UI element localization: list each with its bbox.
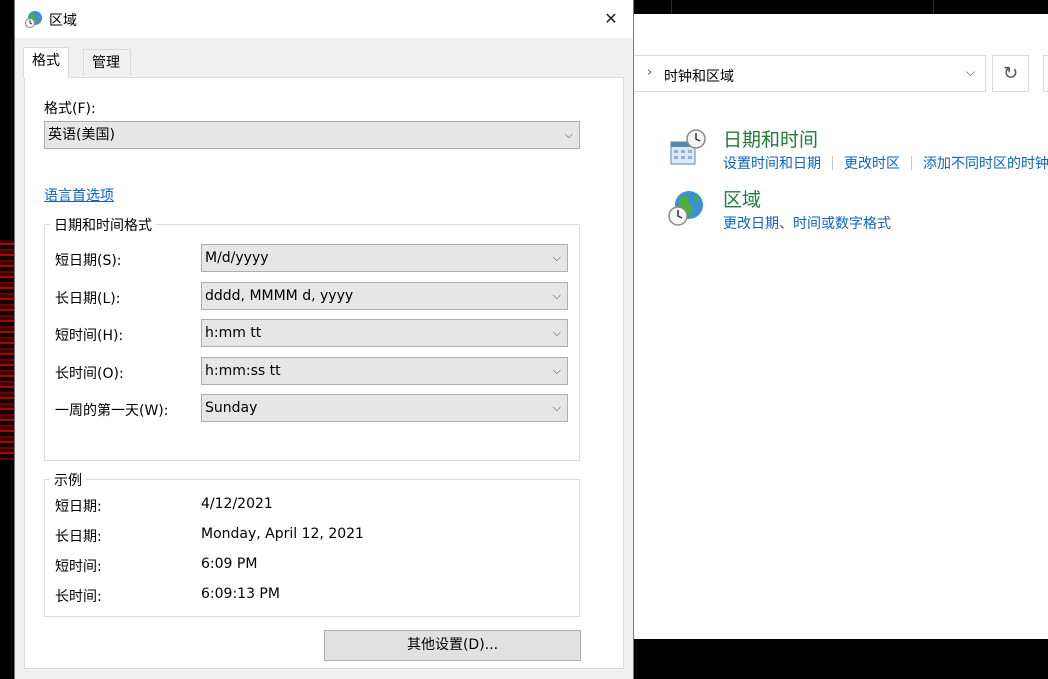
tab-panel: 格式(F): 英语(美国) ⌵ 语言首选项 日期和时间格式 短日期(S): M/… xyxy=(24,77,624,669)
group-title: 示例 xyxy=(50,470,86,490)
category-links: 设置时间和日期 更改时区 添加不同时区的时钟 xyxy=(723,153,1048,173)
example-short-time-label: 短时间: xyxy=(55,559,102,575)
change-formats-link[interactable]: 更改日期、时间或数字格式 xyxy=(723,216,891,232)
example-long-time-value: 6:09:13 PM xyxy=(201,586,280,602)
short-time-select[interactable]: h:mm tt ⌵ xyxy=(201,319,568,347)
format-select[interactable]: 英语(美国) ⌵ xyxy=(44,121,580,149)
tab-formats[interactable]: 格式 xyxy=(23,47,69,78)
long-time-label: 长时间(O): xyxy=(55,366,124,382)
chevron-down-icon: ⌵ xyxy=(552,289,561,302)
example-long-date-value: Monday, April 12, 2021 xyxy=(201,526,364,542)
close-button[interactable]: ✕ xyxy=(589,0,633,38)
first-day-select[interactable]: Sunday ⌵ xyxy=(201,394,568,422)
refresh-icon: ↻ xyxy=(1002,63,1019,84)
set-time-date-link[interactable]: 设置时间和日期 xyxy=(723,156,821,172)
region-dialog: 区域 ✕ 格式 管理 格式(F): 英语(美国) ⌵ 语言首选项 日期和时间格式… xyxy=(14,0,634,679)
category-links: 更改日期、时间或数字格式 xyxy=(723,213,891,233)
example-short-date-label: 短日期: xyxy=(55,499,102,515)
short-date-select[interactable]: M/d/yyyy ⌵ xyxy=(201,244,568,272)
examples-group xyxy=(44,479,580,617)
search-box[interactable] xyxy=(1043,55,1048,92)
example-long-date-label: 长日期: xyxy=(55,529,102,545)
globe-clock-icon xyxy=(25,11,42,28)
format-select-value: 英语(美国) xyxy=(48,127,115,143)
long-time-value: h:mm:ss tt xyxy=(205,363,281,379)
chevron-down-icon[interactable]: ⌵ xyxy=(966,65,975,80)
calendar-clock-icon xyxy=(670,129,706,165)
tab-administrative[interactable]: 管理 xyxy=(83,49,131,76)
format-label: 格式(F): xyxy=(44,101,96,117)
globe-clock-icon xyxy=(668,191,703,226)
chevron-down-icon: ⌵ xyxy=(552,364,561,377)
short-date-label: 短日期(S): xyxy=(55,253,122,269)
short-time-value: h:mm tt xyxy=(205,325,262,341)
long-date-value: dddd, MMMM d, yyyy xyxy=(205,288,354,304)
short-date-value: M/d/yyyy xyxy=(205,250,269,266)
breadcrumb-separator-icon: › xyxy=(647,65,653,80)
chevron-down-icon: ⌵ xyxy=(552,326,561,339)
chevron-down-icon: ⌵ xyxy=(552,251,561,264)
category-title[interactable]: 区域 xyxy=(723,185,761,212)
long-time-select[interactable]: h:mm:ss tt ⌵ xyxy=(201,357,568,385)
breadcrumb-current[interactable]: 时钟和区域 xyxy=(664,66,734,86)
language-preferences-link[interactable]: 语言首选项 xyxy=(44,185,114,205)
add-clocks-link[interactable]: 添加不同时区的时钟 xyxy=(923,156,1048,172)
long-date-select[interactable]: dddd, MMMM d, yyyy ⌵ xyxy=(201,282,568,310)
long-date-label: 长日期(L): xyxy=(55,291,121,307)
first-day-value: Sunday xyxy=(205,400,258,416)
example-short-date-value: 4/12/2021 xyxy=(201,496,273,512)
window-title: 区域 xyxy=(49,13,77,29)
short-time-label: 短时间(H): xyxy=(55,328,124,344)
chevron-down-icon: ⌵ xyxy=(552,401,561,414)
example-long-time-label: 长时间: xyxy=(55,589,102,605)
close-icon: ✕ xyxy=(604,9,618,28)
change-timezone-link[interactable]: 更改时区 xyxy=(844,156,900,172)
title-bar[interactable]: 区域 ✕ xyxy=(15,0,633,38)
address-bar[interactable]: › 时钟和区域 ⌵ xyxy=(633,55,986,92)
refresh-button[interactable]: ↻ xyxy=(992,55,1029,92)
example-short-time-value: 6:09 PM xyxy=(201,556,258,572)
category-title[interactable]: 日期和时间 xyxy=(723,125,818,152)
chevron-down-icon: ⌵ xyxy=(564,128,573,141)
additional-settings-button[interactable]: 其他设置(D)... xyxy=(324,630,581,661)
control-panel-window: › 时钟和区域 ⌵ ↻ 日期和时间 设置时间和日期 更改时区 添加不同时区的时钟 xyxy=(633,0,1048,639)
group-title: 日期和时间格式 xyxy=(50,215,156,235)
first-day-label: 一周的第一天(W): xyxy=(55,403,169,419)
taskbar-strip xyxy=(633,0,1048,14)
